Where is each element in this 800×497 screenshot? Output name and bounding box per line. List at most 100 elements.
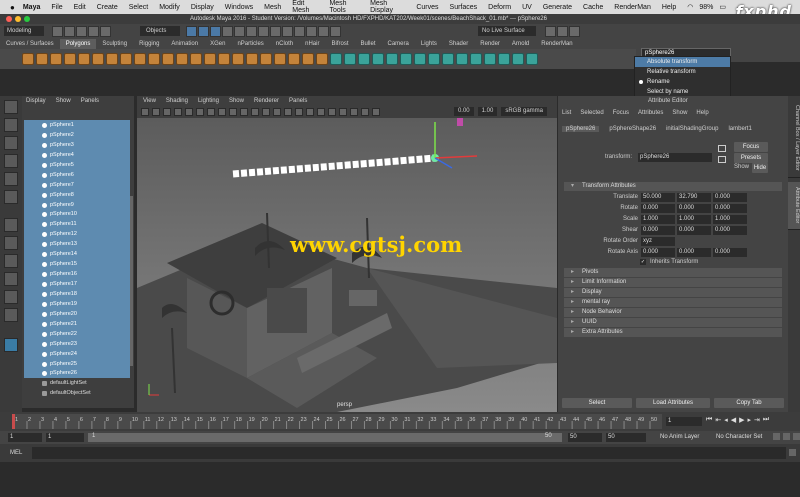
section-limit-information[interactable]: Limit Information bbox=[564, 278, 782, 287]
append-icon[interactable] bbox=[386, 53, 398, 65]
gamma-field[interactable]: 1.00 bbox=[477, 107, 498, 116]
bridge-icon[interactable] bbox=[344, 53, 356, 65]
step-back-key-icon[interactable]: ⇤ bbox=[715, 416, 721, 424]
section-transform-attributes[interactable]: Transform Attributes bbox=[564, 182, 782, 191]
section-pivots[interactable]: Pivots bbox=[564, 268, 782, 277]
toggle-panel-icon[interactable] bbox=[557, 26, 568, 37]
outliner-item[interactable]: pSphere10 bbox=[24, 209, 130, 220]
menu-surfaces[interactable]: Surfaces bbox=[450, 4, 478, 11]
image-plane-icon[interactable] bbox=[163, 108, 171, 116]
shear-x-field[interactable]: 0.000 bbox=[641, 226, 675, 235]
tab-lights[interactable]: Lights bbox=[415, 39, 443, 49]
playback-start-field[interactable]: 1 bbox=[46, 433, 84, 442]
tab-lambert1[interactable]: lambert1 bbox=[728, 126, 751, 132]
render-settings-icon[interactable] bbox=[318, 26, 329, 37]
outliner-scrollbar[interactable] bbox=[130, 196, 133, 366]
range-bar[interactable] bbox=[88, 433, 562, 442]
close-window-icon[interactable] bbox=[6, 16, 12, 22]
toggle-tool-settings-icon[interactable] bbox=[569, 26, 580, 37]
poly-torus-icon[interactable] bbox=[78, 53, 90, 65]
offset-edge-loop-icon[interactable] bbox=[456, 53, 468, 65]
menu-mesh-tools[interactable]: Mesh Tools bbox=[329, 0, 359, 14]
menuset-select[interactable]: Modeling bbox=[4, 26, 44, 36]
wireframe-on-shaded-icon[interactable] bbox=[273, 108, 281, 116]
tab-nhair[interactable]: nHair bbox=[299, 39, 325, 49]
undo-icon[interactable] bbox=[88, 26, 99, 37]
menu-generate[interactable]: Generate bbox=[543, 4, 572, 11]
single-perspective-layout-icon[interactable] bbox=[4, 218, 18, 232]
menu-mesh-display[interactable]: Mesh Display bbox=[370, 0, 405, 14]
tab-channel-box[interactable]: Channel Box / Layer Editor bbox=[788, 98, 800, 178]
snap-point-icon[interactable] bbox=[246, 26, 257, 37]
save-scene-icon[interactable] bbox=[76, 26, 87, 37]
menu-renderman[interactable]: RenderMan bbox=[614, 4, 651, 11]
outliner-item[interactable]: pSphere20 bbox=[24, 308, 130, 319]
layout-uvs-icon[interactable] bbox=[526, 53, 538, 65]
exposure-field[interactable]: 0.00 bbox=[453, 107, 474, 116]
scale-y-field[interactable]: 1.000 bbox=[677, 215, 711, 224]
rotate-order-select[interactable]: xyz bbox=[641, 237, 675, 246]
scale-tool-icon[interactable] bbox=[4, 190, 18, 204]
menu-uv[interactable]: UV bbox=[522, 4, 532, 11]
ambient-occlusion-icon[interactable] bbox=[317, 108, 325, 116]
load-attributes-button[interactable]: Load Attributes bbox=[636, 398, 710, 408]
anti-aliasing-icon[interactable] bbox=[339, 108, 347, 116]
outliner-item[interactable]: pSphere25 bbox=[24, 358, 130, 369]
smooth-icon[interactable] bbox=[288, 53, 300, 65]
insert-edge-loop-icon[interactable] bbox=[442, 53, 454, 65]
character-set-select[interactable]: No Character Set bbox=[716, 434, 762, 440]
snap-curve-icon[interactable] bbox=[234, 26, 245, 37]
go-to-output-icon[interactable] bbox=[718, 156, 726, 163]
viewport-menu-panels[interactable]: Panels bbox=[289, 96, 307, 106]
poly-plane-icon[interactable] bbox=[92, 53, 104, 65]
resolution-gate-icon[interactable] bbox=[196, 108, 204, 116]
outliner-item[interactable]: pSphere22 bbox=[24, 328, 130, 339]
persp-outliner-layout-icon[interactable] bbox=[4, 254, 18, 268]
combine-icon[interactable] bbox=[232, 53, 244, 65]
menu-file[interactable]: File bbox=[51, 4, 62, 11]
poly-prism-icon[interactable] bbox=[148, 53, 160, 65]
snap-grid-icon[interactable] bbox=[222, 26, 233, 37]
outliner-item[interactable]: pSphere14 bbox=[24, 249, 130, 260]
preferences-icon[interactable] bbox=[793, 433, 800, 440]
outliner-menu-panels[interactable]: Panels bbox=[81, 96, 99, 106]
symmetry-icon[interactable] bbox=[545, 26, 556, 37]
outliner-set-item[interactable]: defaultObjectSet bbox=[24, 388, 130, 398]
history-icon[interactable] bbox=[282, 26, 293, 37]
outliner-item[interactable]: pSphere3 bbox=[24, 139, 130, 150]
outliner-item[interactable]: pSphere23 bbox=[24, 338, 130, 349]
anim-layer-select[interactable]: No Anim Layer bbox=[660, 434, 699, 440]
go-to-input-icon[interactable] bbox=[718, 145, 726, 152]
redo-icon[interactable] bbox=[100, 26, 111, 37]
outliner-item[interactable]: pSphere7 bbox=[24, 179, 130, 190]
current-time-marker[interactable] bbox=[12, 414, 15, 429]
film-gate-icon[interactable] bbox=[185, 108, 193, 116]
booleans-icon[interactable] bbox=[274, 53, 286, 65]
render-icon[interactable] bbox=[294, 26, 305, 37]
translate-z-field[interactable]: 0.000 bbox=[713, 193, 747, 202]
outliner-item[interactable]: pSphere16 bbox=[24, 269, 130, 279]
outliner-item[interactable]: pSphere24 bbox=[24, 348, 130, 359]
zoom-window-icon[interactable] bbox=[24, 16, 30, 22]
script-editor-icon[interactable] bbox=[789, 449, 796, 456]
rotate-axis-x-field[interactable]: 0.000 bbox=[641, 248, 675, 257]
auto-key-icon[interactable] bbox=[783, 433, 790, 440]
menu-select[interactable]: Select bbox=[129, 4, 148, 11]
tab-renderman[interactable]: RenderMan bbox=[535, 39, 578, 49]
tab-arnold[interactable]: Arnold bbox=[506, 39, 535, 49]
ae-menu-show[interactable]: Show bbox=[672, 110, 687, 116]
command-input[interactable] bbox=[32, 447, 786, 459]
target-weld-icon[interactable] bbox=[414, 53, 426, 65]
step-forward-key-icon[interactable]: ⇥ bbox=[754, 416, 760, 424]
poly-disc-icon[interactable] bbox=[106, 53, 118, 65]
ae-menu-attributes[interactable]: Attributes bbox=[638, 110, 663, 116]
focus-button[interactable]: Focus bbox=[734, 142, 768, 152]
dropdown-item-absolute-transform[interactable]: Absolute transform bbox=[635, 57, 730, 67]
live-surface-field[interactable]: No Live Surface bbox=[478, 26, 536, 36]
show-label[interactable]: Show bbox=[734, 164, 749, 170]
open-scene-icon[interactable] bbox=[64, 26, 75, 37]
outliner-item[interactable]: pSphere9 bbox=[24, 199, 130, 210]
menu-app[interactable]: Maya bbox=[23, 4, 41, 11]
smooth-shade-icon[interactable] bbox=[251, 108, 259, 116]
motion-blur-icon[interactable] bbox=[328, 108, 336, 116]
